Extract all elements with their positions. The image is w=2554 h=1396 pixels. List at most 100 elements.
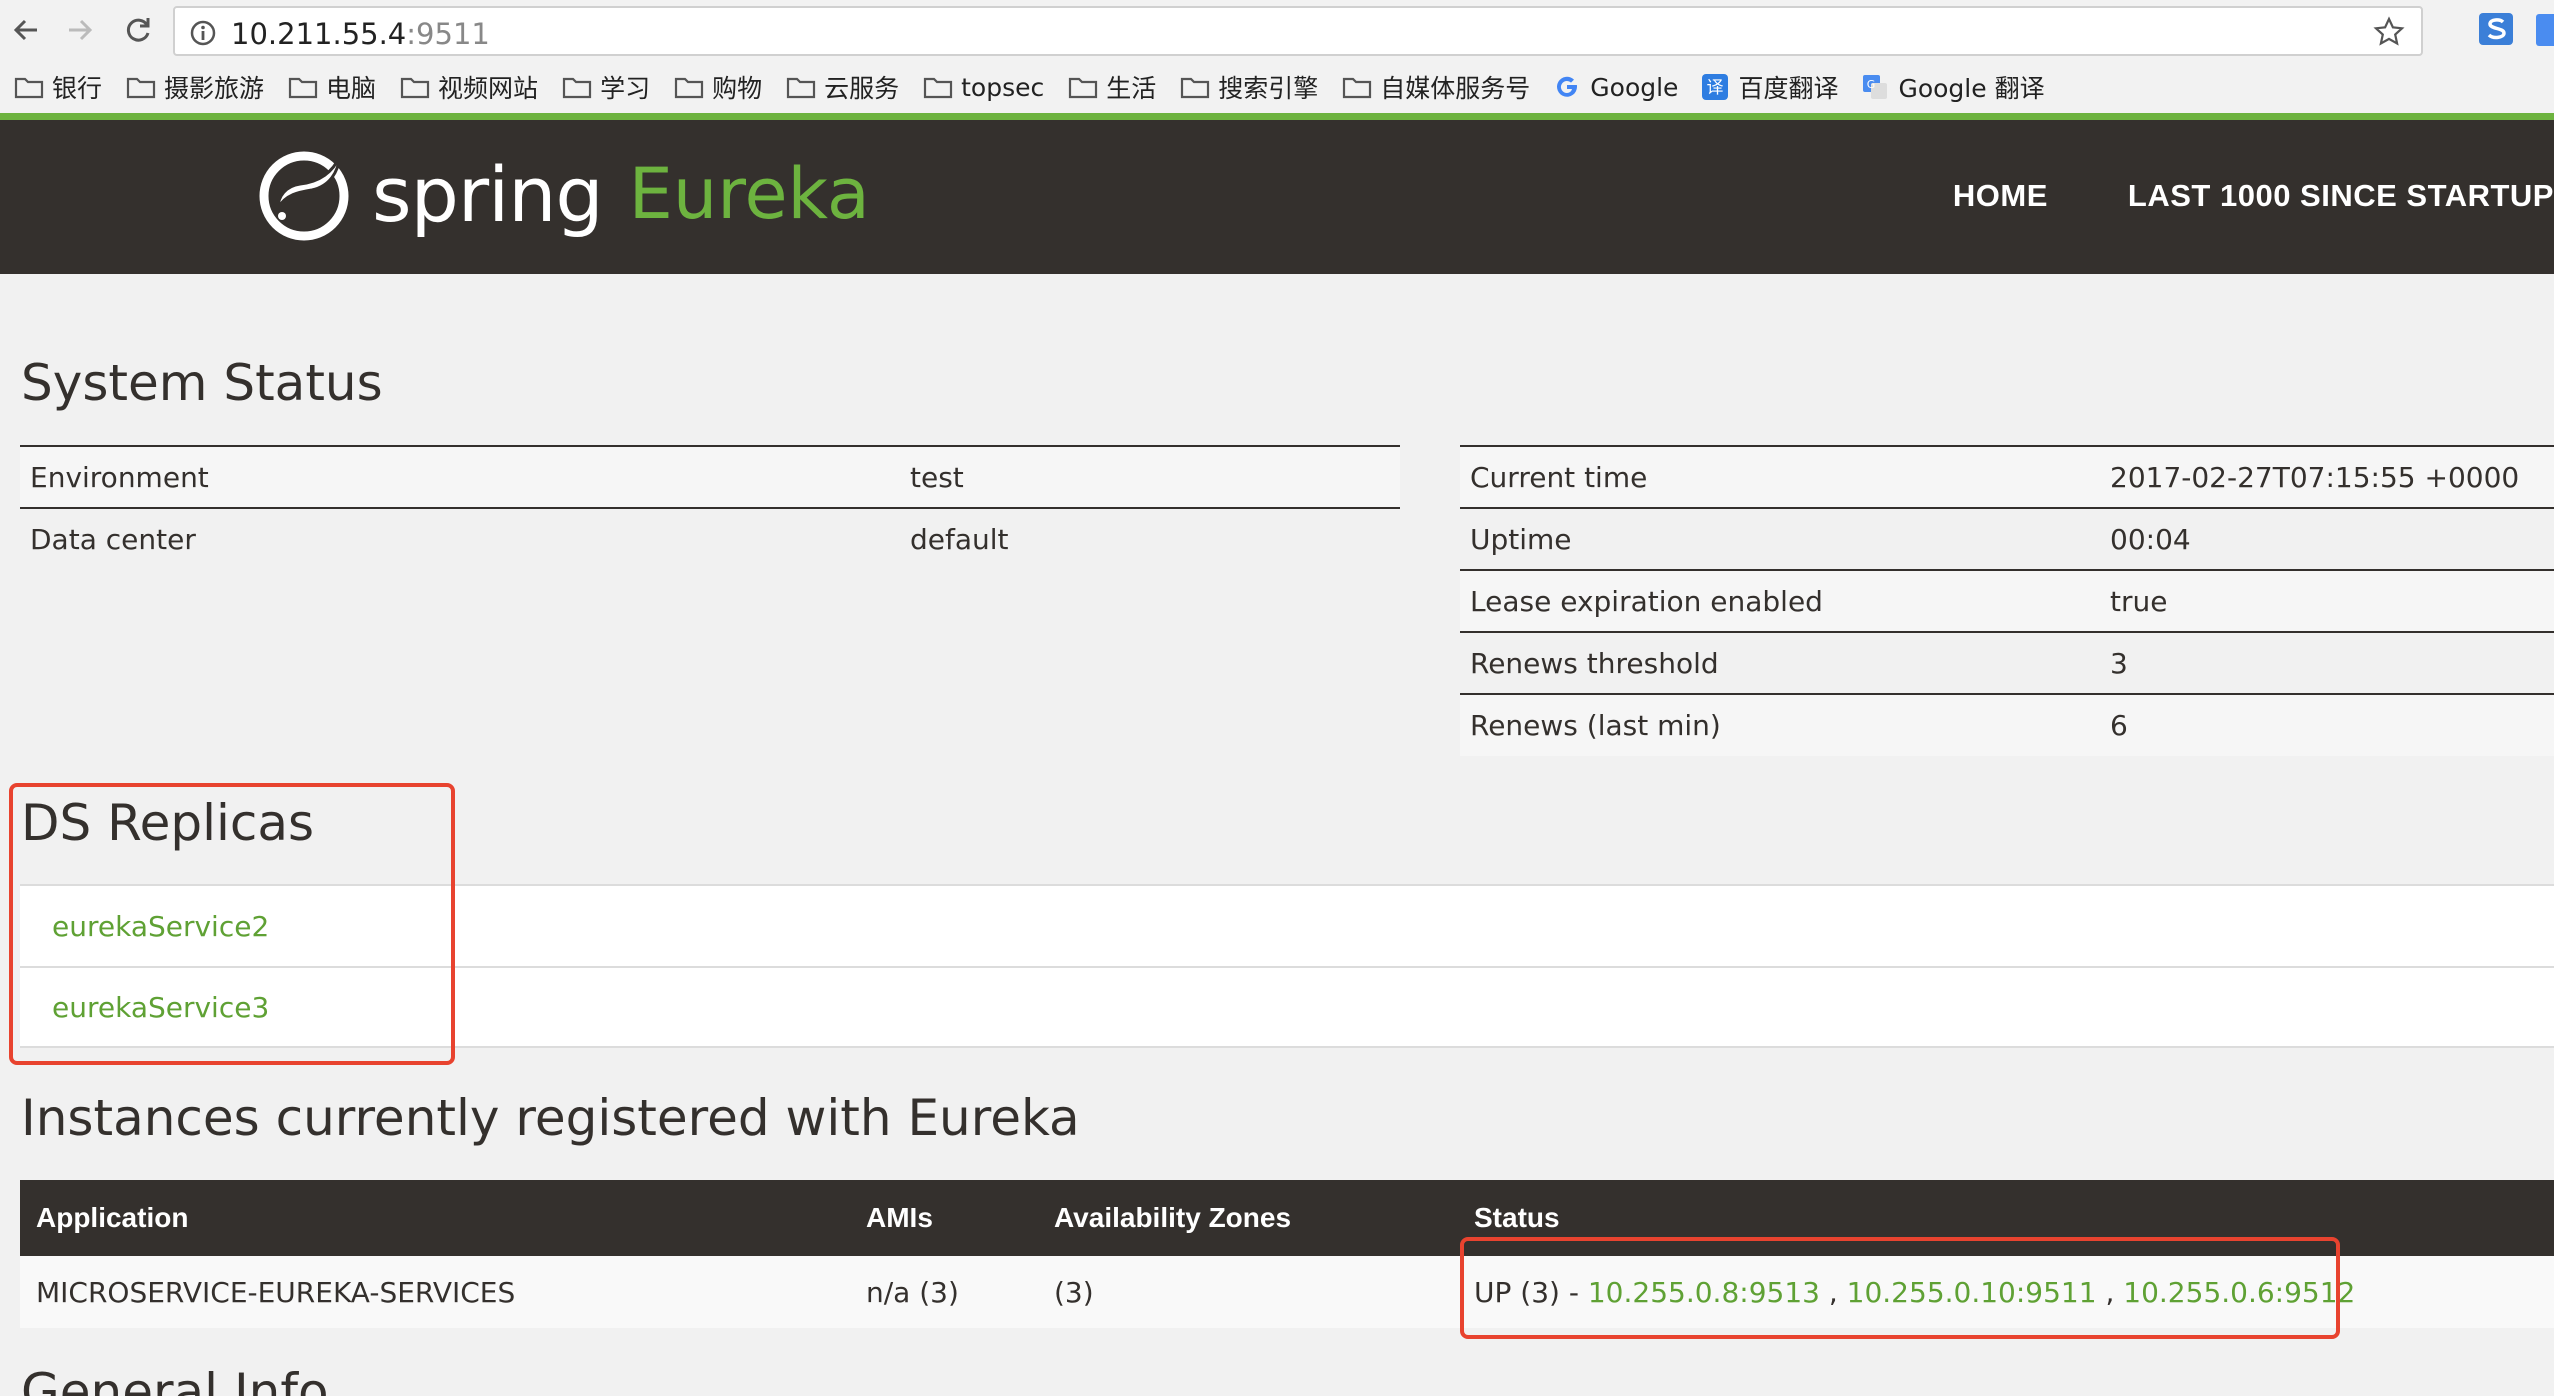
bookmark-item[interactable]: 银行 xyxy=(14,69,102,105)
bookmark-label: topsec xyxy=(961,72,1045,102)
table-row: Data center default xyxy=(20,508,1400,570)
bookmark-star-icon[interactable] xyxy=(2373,16,2405,48)
nav-home-link[interactable]: HOME xyxy=(1953,178,2048,214)
folder-icon xyxy=(786,75,824,99)
brand-eureka-text: Eureka xyxy=(628,153,870,235)
bookmark-item[interactable]: G Google 翻译 xyxy=(1862,69,2045,105)
general-info-title-partial: General Info xyxy=(21,1363,329,1396)
status-value: true xyxy=(2110,584,2168,618)
browser-chrome: 10.211.55.4:9511 银行 摄影旅游 电脑 视频网站 学习 购物 云服务 tops… xyxy=(0,0,2554,116)
table-row: Renews threshold 3 xyxy=(1460,632,2554,694)
table-row: Current time 2017-02-27T07:15:55 +0000 xyxy=(1460,446,2554,508)
bookmark-label: 视频网站 xyxy=(438,74,539,103)
status-value: test xyxy=(910,460,964,494)
bookmark-label: 搜索引擎 xyxy=(1218,74,1319,103)
bookmark-label: 自媒体服务号 xyxy=(1380,74,1531,103)
bookmark-label: 生活 xyxy=(1106,74,1157,103)
system-status-title: System Status xyxy=(21,354,383,412)
svg-text:G: G xyxy=(1867,78,1876,91)
system-status-left-table: Environment test Data center default xyxy=(20,445,1400,570)
bookmark-item[interactable]: 译百度翻译 xyxy=(1702,69,1838,105)
folder-icon xyxy=(14,75,52,99)
extension-g-icon[interactable] xyxy=(2536,14,2554,46)
url-text: 10.211.55.4:9511 xyxy=(231,17,490,51)
google-translate-icon: G xyxy=(1862,74,1898,100)
folder-icon xyxy=(923,75,961,99)
column-header: AMIs xyxy=(850,1180,1038,1256)
nav-last-1000-link[interactable]: LAST 1000 SINCE STARTUP xyxy=(2128,178,2554,214)
forward-button[interactable] xyxy=(58,8,102,52)
folder-icon xyxy=(1180,75,1218,99)
status-key: Renews (last min) xyxy=(1470,709,1721,742)
bookmark-item[interactable]: Google xyxy=(1554,73,1678,102)
bookmark-label: Google xyxy=(1590,72,1679,102)
extension-s-icon[interactable] xyxy=(2478,12,2514,46)
column-header: Availability Zones xyxy=(1038,1180,1458,1256)
status-key: Current time xyxy=(1470,460,1648,494)
status-key: Data center xyxy=(30,523,196,556)
folder-icon xyxy=(562,75,600,99)
bookmark-label: 学习 xyxy=(600,74,651,103)
table-row: Uptime 00:04 xyxy=(1460,508,2554,570)
application-cell: MICROSERVICE-EUREKA-SERVICES xyxy=(20,1256,850,1328)
eureka-navbar: spring Eureka HOME LAST 1000 SINCE START… xyxy=(0,120,2554,274)
bookmark-item[interactable]: 摄影旅游 xyxy=(126,69,264,105)
bookmark-item[interactable]: 生活 xyxy=(1068,69,1156,105)
bookmark-label: 电脑 xyxy=(326,74,377,103)
address-bar[interactable]: 10.211.55.4:9511 xyxy=(173,6,2423,56)
status-value: 00:04 xyxy=(2110,522,2191,556)
bookmark-item[interactable]: 云服务 xyxy=(786,69,899,105)
status-value: 6 xyxy=(2110,709,2128,742)
baidu-translate-icon: 译 xyxy=(1702,74,1738,100)
folder-icon xyxy=(288,75,326,99)
folder-icon xyxy=(400,75,438,99)
status-key: Lease expiration enabled xyxy=(1470,584,1823,618)
folder-icon xyxy=(674,75,712,99)
brand-spring-text: spring xyxy=(372,149,604,239)
google-icon xyxy=(1554,74,1590,100)
instances-title: Instances currently registered with Eure… xyxy=(21,1089,1080,1147)
nav-links: HOME LAST 1000 SINCE STARTUP xyxy=(1873,178,2554,214)
back-button[interactable] xyxy=(4,8,48,52)
status-value: default xyxy=(910,523,1009,556)
accent-line xyxy=(0,113,2554,120)
table-row: Renews (last min) 6 xyxy=(1460,694,2554,756)
amis-cell: n/a (3) xyxy=(850,1256,1038,1328)
back-arrow-icon xyxy=(13,19,37,41)
bookmark-label: 摄影旅游 xyxy=(164,74,265,103)
folder-icon xyxy=(126,75,164,99)
spring-logo-icon xyxy=(259,151,349,241)
bookmark-item[interactable]: 搜索引擎 xyxy=(1180,69,1318,105)
folder-icon xyxy=(1342,75,1380,99)
bookmark-label: 云服务 xyxy=(824,74,900,103)
bookmark-item[interactable]: 购物 xyxy=(674,69,762,105)
reload-icon xyxy=(126,18,150,42)
highlight-box-status xyxy=(1460,1237,2340,1339)
bookmark-label: Google 翻译 xyxy=(1898,74,2045,103)
svg-text:译: 译 xyxy=(1707,78,1724,98)
table-row: Lease expiration enabled true xyxy=(1460,570,2554,632)
column-header: Application xyxy=(20,1180,850,1256)
forward-arrow-icon xyxy=(69,19,93,41)
status-value: 3 xyxy=(2110,646,2128,680)
table-row: Environment test xyxy=(20,446,1400,508)
info-icon[interactable] xyxy=(189,19,217,47)
folder-icon xyxy=(1068,75,1106,99)
bookmark-item[interactable]: 学习 xyxy=(562,69,650,105)
system-status-right-table: Current time 2017-02-27T07:15:55 +0000 U… xyxy=(1460,445,2554,756)
zones-cell: (3) xyxy=(1038,1256,1458,1328)
status-key: Uptime xyxy=(1470,522,1572,556)
brand[interactable]: spring Eureka xyxy=(256,142,870,246)
bookmark-item[interactable]: 自媒体服务号 xyxy=(1342,69,1530,105)
bookmark-item[interactable]: 电脑 xyxy=(288,69,376,105)
bookmark-item[interactable]: topsec xyxy=(923,73,1044,102)
reload-button[interactable] xyxy=(116,8,160,52)
status-value: 2017-02-27T07:15:55 +0000 xyxy=(2110,460,2520,494)
status-key: Environment xyxy=(30,460,209,494)
bookmark-label: 百度翻译 xyxy=(1738,74,1839,103)
highlight-box-replicas xyxy=(9,783,455,1065)
status-key: Renews threshold xyxy=(1470,646,1719,680)
bookmark-label: 购物 xyxy=(712,74,763,103)
bookmarks-bar: 银行 摄影旅游 电脑 视频网站 学习 购物 云服务 topsec 生活 搜索引擎 自媒体服务号 Goo… xyxy=(0,62,2554,112)
bookmark-item[interactable]: 视频网站 xyxy=(400,69,538,105)
